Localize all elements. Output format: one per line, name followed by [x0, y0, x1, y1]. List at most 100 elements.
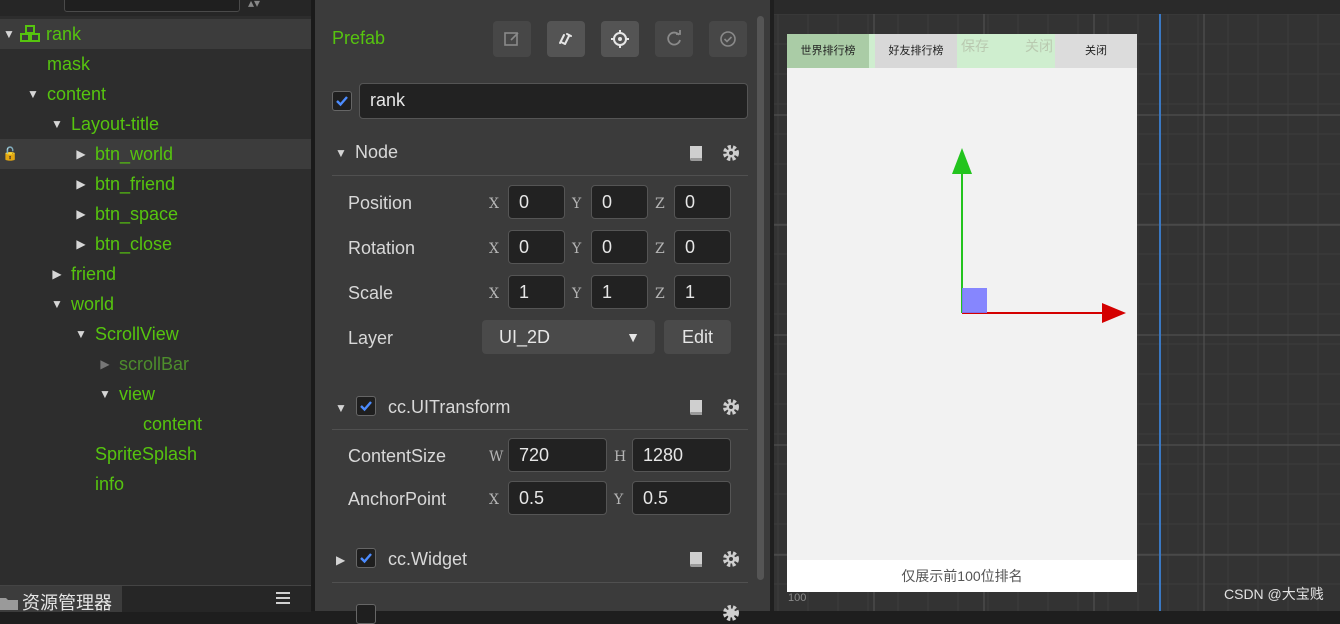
position-z-input[interactable]: 0: [674, 185, 731, 219]
scale-y-input[interactable]: 1: [591, 275, 648, 309]
hierarchy-toolbar: ▴▾: [0, 0, 311, 16]
gizmo-center-handle[interactable]: [962, 288, 987, 313]
content-size-h-input[interactable]: 1280: [632, 438, 731, 472]
tree-row[interactable]: ▼ view: [0, 379, 311, 409]
checkmark-icon: [360, 553, 372, 564]
collapse-arrow-icon[interactable]: ▼: [74, 319, 88, 349]
axis-z-label: Z: [655, 241, 665, 257]
prefab-unlink-button[interactable]: [547, 21, 585, 57]
prefab-apply-button[interactable]: [709, 21, 747, 57]
menu-icon[interactable]: [276, 592, 290, 607]
tree-row[interactable]: ▶ friend: [0, 259, 311, 289]
expand-arrow-icon[interactable]: ▶: [74, 169, 88, 199]
gear-icon[interactable]: [721, 397, 741, 417]
node-name-input[interactable]: rank: [359, 83, 748, 119]
tree-row[interactable]: SpriteSplash: [0, 439, 311, 469]
tree-row[interactable]: ▶ btn_close: [0, 229, 311, 259]
axis-y-label: Y: [572, 286, 582, 302]
gizmo-y-arrow-icon[interactable]: [952, 148, 972, 174]
gear-icon[interactable]: [721, 143, 741, 163]
expand-arrow-icon[interactable]: ▶: [74, 229, 88, 259]
gear-icon[interactable]: [721, 603, 741, 623]
tree-row[interactable]: ▶ btn_space: [0, 199, 311, 229]
collapse-icon[interactable]: ▴▾: [248, 0, 260, 10]
transform-gizmo[interactable]: [774, 0, 1340, 611]
folder-icon: [0, 598, 18, 610]
tree-row[interactable]: ▼ content: [0, 79, 311, 109]
next-component-checkbox[interactable]: [356, 604, 376, 624]
tree-row[interactable]: ▼ ScrollView: [0, 319, 311, 349]
content-size-w-input[interactable]: 720: [508, 438, 607, 472]
book-icon[interactable]: [686, 550, 706, 568]
tree-row[interactable]: ▶ btn_friend: [0, 169, 311, 199]
anchor-point-label: AnchorPoint: [348, 489, 447, 509]
hierarchy-search-input[interactable]: [64, 0, 240, 12]
tree-row[interactable]: 🔓 ▶ btn_world: [0, 139, 311, 169]
prefab-edit-button[interactable]: [493, 21, 531, 57]
gizmo-x-arrow-icon[interactable]: [1102, 303, 1126, 323]
collapse-arrow-icon[interactable]: ▼: [98, 379, 112, 409]
node-active-checkbox[interactable]: [332, 91, 352, 111]
inspector-scrollbar[interactable]: [757, 16, 764, 580]
position-y-input[interactable]: 0: [591, 185, 648, 219]
lock-icon[interactable]: 🔓: [2, 139, 18, 169]
tab-assets[interactable]: 资源管理器: [0, 586, 122, 613]
layer-select-value: UI_2D: [499, 327, 551, 347]
divider: [332, 582, 748, 583]
collapse-arrow-icon[interactable]: ▼: [26, 79, 40, 109]
assets-panel-header: 资源管理器: [0, 585, 311, 613]
collapse-arrow-icon[interactable]: ▼: [2, 19, 16, 49]
layer-label: Layer: [348, 328, 394, 348]
tree-item-label: info: [95, 474, 125, 494]
scale-x-input[interactable]: 1: [508, 275, 565, 309]
anchor-x-input[interactable]: 0.5: [508, 481, 607, 515]
scale-z-input[interactable]: 1: [674, 275, 731, 309]
tree-item-label: view: [119, 384, 156, 404]
widget-enabled-checkbox[interactable]: [356, 548, 376, 568]
widget-expand-icon[interactable]: ▶: [336, 553, 345, 567]
widget-title: cc.Widget: [388, 549, 468, 569]
tree-item-label: btn_friend: [95, 174, 176, 194]
rotation-z-input[interactable]: 0: [674, 230, 731, 264]
tree-row[interactable]: info: [0, 469, 311, 499]
rotation-y-input[interactable]: 0: [591, 230, 648, 264]
tree-row[interactable]: ▼ world: [0, 289, 311, 319]
expand-arrow-icon[interactable]: ▶: [50, 259, 64, 289]
link-icon: [559, 33, 572, 45]
scene-view[interactable]: 1000900800700600500400300200100 世界排行榜 好友…: [774, 0, 1340, 611]
layer-edit-button[interactable]: Edit: [664, 320, 731, 354]
node-section-collapse-icon[interactable]: ▼: [335, 146, 347, 160]
tree-item-label: btn_space: [95, 204, 179, 224]
edit-icon: [504, 32, 519, 46]
anchor-y-input[interactable]: 0.5: [632, 481, 731, 515]
gear-icon[interactable]: [721, 549, 741, 569]
collapse-arrow-icon[interactable]: ▼: [50, 289, 64, 319]
tree-row[interactable]: content: [0, 409, 311, 439]
position-label: Position: [348, 193, 413, 213]
axis-z-label: Z: [655, 196, 665, 212]
prefab-locate-button[interactable]: [601, 21, 639, 57]
tree-row[interactable]: ▼ Layout-title: [0, 109, 311, 139]
inspector-panel: Prefab rank ▼ Node Position X 0 Y 0 Z 0 …: [315, 0, 770, 624]
tree-item-label: content: [143, 414, 203, 434]
book-icon[interactable]: [686, 398, 706, 416]
prefab-cubes-icon: [20, 25, 40, 42]
uitransform-collapse-icon[interactable]: ▼: [335, 401, 347, 415]
expand-arrow-icon[interactable]: ▶: [74, 199, 88, 229]
prefab-revert-button[interactable]: [655, 21, 693, 57]
uitransform-enabled-checkbox[interactable]: [356, 396, 376, 416]
layer-select[interactable]: UI_2D ▼: [482, 320, 655, 354]
divider: [332, 175, 748, 176]
expand-arrow-icon[interactable]: ▶: [98, 349, 112, 379]
tree-row[interactable]: mask: [0, 49, 311, 79]
book-icon[interactable]: [686, 144, 706, 162]
tree-item-label: rank: [46, 24, 82, 44]
position-x-input[interactable]: 0: [508, 185, 565, 219]
rotation-x-input[interactable]: 0: [508, 230, 565, 264]
collapse-arrow-icon[interactable]: ▼: [50, 109, 64, 139]
tree-row[interactable]: ▶ scrollBar: [0, 349, 311, 379]
tree-row[interactable]: ▼ rank: [0, 19, 311, 49]
checkmark-icon: [336, 96, 348, 107]
expand-arrow-icon[interactable]: ▶: [74, 139, 88, 169]
axis-w-label: W: [489, 449, 504, 465]
